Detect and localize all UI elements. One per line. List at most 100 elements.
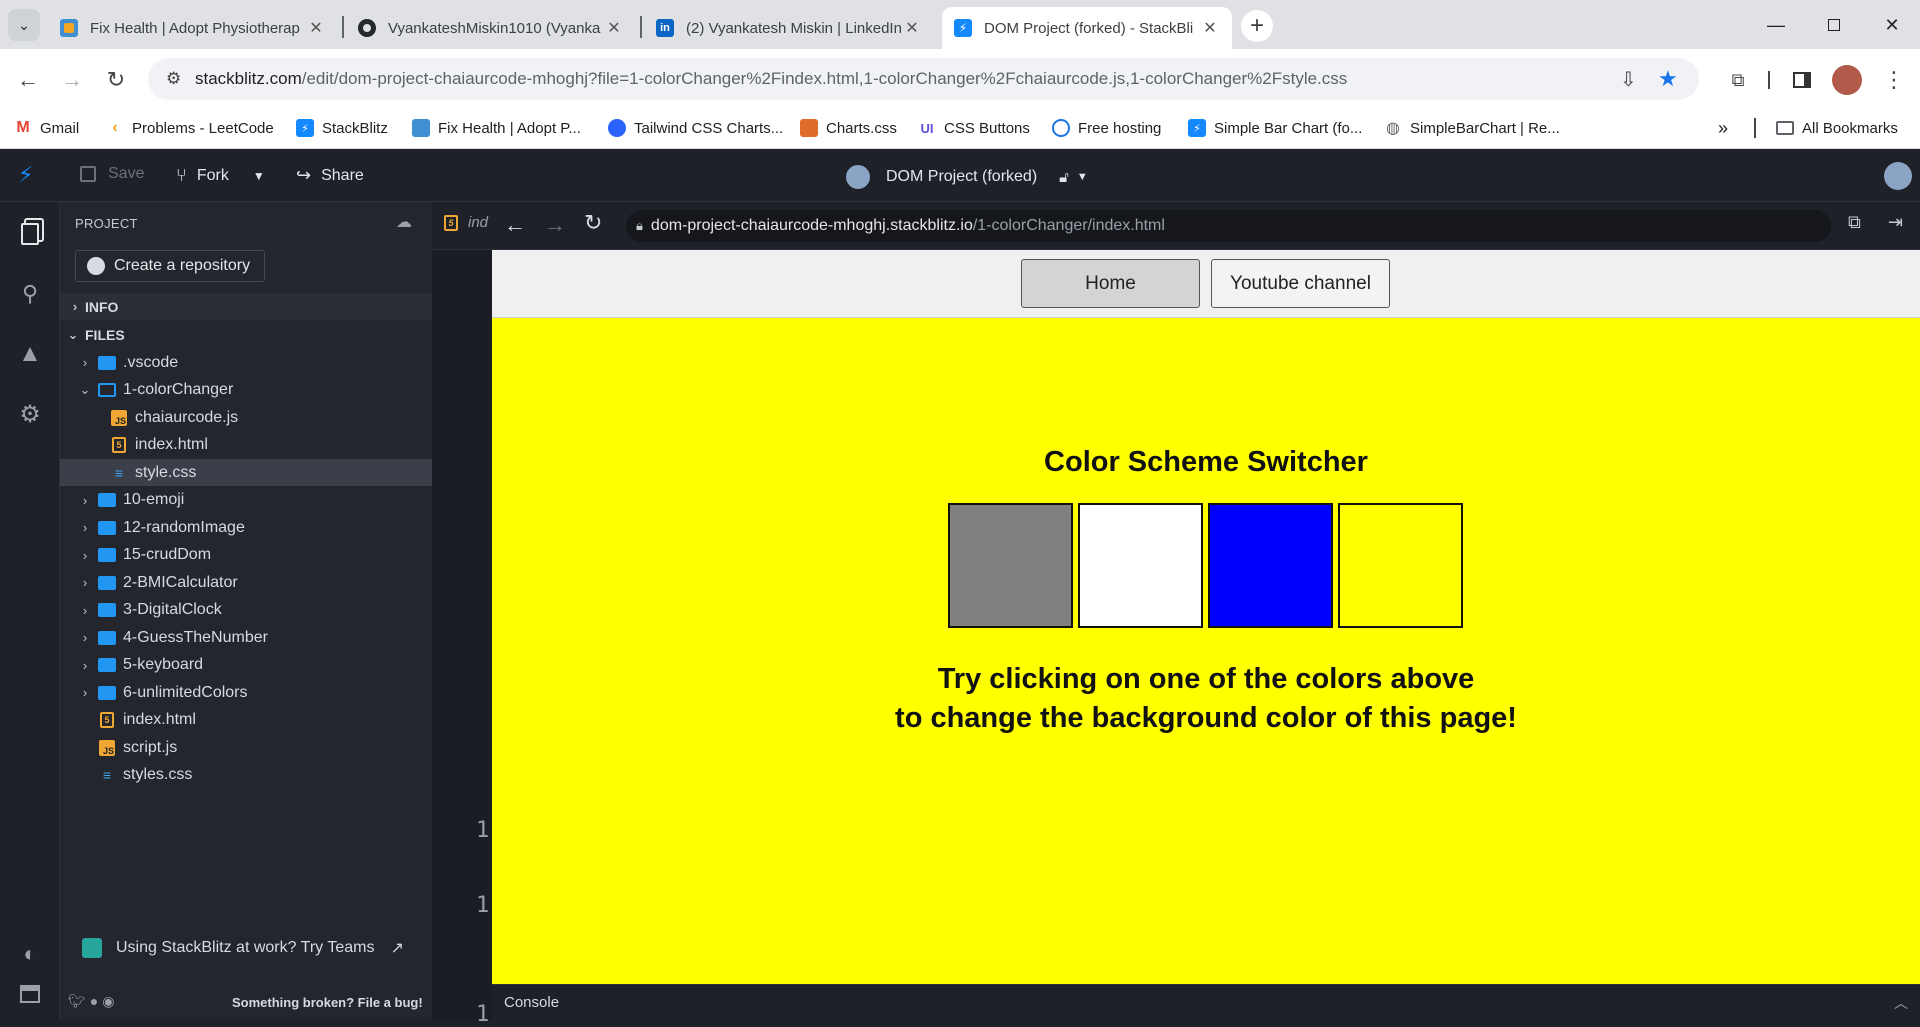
- file-item[interactable]: JS chaiaurcode.js: [60, 404, 432, 431]
- files-section-header[interactable]: ⌄ FILES: [60, 321, 432, 348]
- info-section-header[interactable]: › INFO: [60, 293, 432, 320]
- url-text[interactable]: stackblitz.com/edit/dom-project-chaiaurc…: [195, 69, 1347, 89]
- swatch-yellow[interactable]: [1338, 503, 1463, 628]
- github-icon: [87, 257, 105, 275]
- browser-tab[interactable]: Fix Health | Adopt Physiotherap ✕: [48, 7, 338, 49]
- open-new-window-icon[interactable]: ⧉: [1848, 212, 1861, 233]
- layout-icon[interactable]: [14, 978, 46, 1010]
- bookmark-item[interactable]: Fix Health | Adopt P...: [412, 116, 581, 140]
- tab-search-button[interactable]: ⌄: [8, 9, 40, 41]
- minimize-button[interactable]: —: [1756, 10, 1796, 40]
- share-button[interactable]: ↪ Share: [296, 165, 364, 186]
- twitter-icon[interactable]: 🐦︎: [68, 993, 90, 1009]
- side-panel-button[interactable]: [1786, 64, 1818, 96]
- bookmark-item[interactable]: M Gmail: [14, 116, 79, 140]
- preview-back-icon[interactable]: ←: [504, 212, 526, 238]
- forward-button[interactable]: →: [56, 64, 88, 96]
- bookmark-item[interactable]: UI CSS Buttons: [918, 116, 1030, 140]
- teams-promo-link[interactable]: Using StackBlitz at work? Try Teams ↗: [82, 938, 404, 958]
- youtube-channel-link[interactable]: Youtube channel: [1211, 259, 1390, 308]
- gear-icon[interactable]: ⚙: [14, 398, 46, 430]
- bookmark-item[interactable]: Free hosting: [1052, 116, 1161, 140]
- close-icon[interactable]: ✕: [604, 18, 624, 38]
- folder-item[interactable]: › 15-crudDom: [60, 542, 432, 569]
- preview-reload-icon[interactable]: ↻: [584, 210, 602, 236]
- user-avatar[interactable]: [1884, 162, 1912, 190]
- file-item[interactable]: 5 index.html: [60, 707, 432, 734]
- editor-tab[interactable]: 5 ind: [444, 214, 488, 231]
- folder-item[interactable]: ⌄ 1-colorChanger: [60, 377, 432, 404]
- file-bug-link[interactable]: Something broken? File a bug!: [232, 995, 423, 1010]
- unlock-icon[interactable]: 🔓︎: [1059, 169, 1069, 186]
- preview-forward-icon[interactable]: →: [544, 212, 566, 238]
- file-item[interactable]: 5 index.html: [60, 432, 432, 459]
- restore-button[interactable]: [1814, 10, 1854, 40]
- chevron-up-icon[interactable]: ︿: [1894, 993, 1908, 1013]
- stackblitz-logo-icon[interactable]: ⚡: [18, 162, 33, 188]
- browser-tab[interactable]: VyankateshMiskin1010 (Vyanka ✕: [346, 7, 636, 49]
- bookmark-item[interactable]: ⚡ Simple Bar Chart (fo...: [1188, 116, 1362, 140]
- file-item[interactable]: ≡ styles.css: [60, 762, 432, 789]
- swatch-grey[interactable]: [948, 503, 1073, 628]
- console-panel[interactable]: Console ︿: [492, 984, 1920, 1020]
- folder-item[interactable]: › 6-unlimitedColors: [60, 679, 432, 706]
- bookmark-item[interactable]: ‹ Problems - LeetCode: [106, 116, 273, 140]
- github-icon[interactable]: ●: [90, 993, 102, 1009]
- swatch-blue[interactable]: [1208, 503, 1333, 628]
- close-icon[interactable]: ✕: [1200, 18, 1220, 38]
- firebase-icon[interactable]: ▲: [14, 338, 46, 370]
- address-bar[interactable]: ⚙ stackblitz.com/edit/dom-project-chaiau…: [148, 58, 1699, 100]
- swatch-white[interactable]: [1078, 503, 1203, 628]
- project-title[interactable]: DOM Project (forked) 🔓︎ ▼: [846, 165, 1088, 189]
- back-button[interactable]: ←: [12, 64, 44, 96]
- install-app-icon[interactable]: ⇩: [1620, 67, 1637, 92]
- bookmark-label: Simple Bar Chart (fo...: [1214, 119, 1363, 137]
- file-item[interactable]: JS script.js: [60, 734, 432, 761]
- gmail-icon: M: [16, 119, 30, 136]
- folder-item[interactable]: › 5-keyboard: [60, 652, 432, 679]
- create-repository-button[interactable]: Create a repository: [75, 250, 265, 282]
- profile-avatar[interactable]: [1832, 65, 1862, 95]
- preview-nav: Home Youtube channel: [492, 250, 1920, 318]
- new-tab-button[interactable]: +: [1241, 10, 1273, 42]
- folder-item[interactable]: › 4-GuessTheNumber: [60, 624, 432, 651]
- folder-item[interactable]: › 2-BMICalculator: [60, 569, 432, 596]
- close-icon[interactable]: ✕: [306, 18, 326, 38]
- chevron-down-icon[interactable]: ▼: [253, 169, 265, 183]
- folder-item[interactable]: › 12-randomImage: [60, 514, 432, 541]
- chevron-down-icon[interactable]: ▼: [1077, 171, 1088, 183]
- preview-url-bar[interactable]: 🔒︎ dom-project-chaiaurcode-mhoghj.stackb…: [626, 210, 1831, 242]
- collapse-preview-icon[interactable]: ⇥: [1888, 212, 1903, 233]
- bookmark-item[interactable]: ⚡ StackBlitz: [296, 116, 388, 140]
- file-item[interactable]: ≡ style.css: [60, 459, 432, 486]
- bookmark-item[interactable]: ◍ SimpleBarChart | Re...: [1384, 116, 1560, 140]
- theme-toggle-icon[interactable]: ◐: [14, 938, 46, 970]
- discord-icon[interactable]: ◉: [102, 993, 118, 1009]
- save-button[interactable]: Save: [80, 165, 144, 183]
- search-icon[interactable]: ⚲: [14, 278, 46, 310]
- files-icon[interactable]: [14, 218, 46, 250]
- bookmark-item[interactable]: Tailwind CSS Charts...: [608, 116, 783, 140]
- folder-item[interactable]: › 10-emoji: [60, 487, 432, 514]
- css-file-icon: ≡: [114, 464, 124, 481]
- home-link[interactable]: Home: [1021, 259, 1200, 308]
- tree-item-label: 5-keyboard: [123, 656, 204, 673]
- close-icon[interactable]: ✕: [902, 18, 922, 38]
- browser-tab[interactable]: in (2) Vyankatesh Miskin | LinkedIn ✕: [644, 7, 934, 49]
- bookmark-item[interactable]: Charts.css: [800, 116, 897, 140]
- folder-item[interactable]: › 3-DigitalClock: [60, 597, 432, 624]
- bookmark-label: CSS Buttons: [944, 119, 1030, 137]
- more-bookmarks-button[interactable]: »: [1718, 116, 1728, 140]
- site-settings-icon[interactable]: ⚙: [166, 69, 181, 89]
- bookmark-star-icon[interactable]: ★: [1658, 66, 1678, 92]
- reload-button[interactable]: ↻: [100, 64, 132, 96]
- close-window-button[interactable]: ✕: [1872, 10, 1912, 40]
- all-bookmarks-button[interactable]: All Bookmarks: [1776, 116, 1898, 140]
- extensions-button[interactable]: ⧉: [1722, 64, 1754, 96]
- folder-item[interactable]: › .vscode: [60, 349, 432, 376]
- browser-menu-button[interactable]: ⋮: [1878, 64, 1910, 96]
- fork-button[interactable]: ⑂ Fork ▼: [176, 165, 265, 186]
- cloud-upload-icon[interactable]: ☁: [396, 212, 412, 232]
- browser-tab-active[interactable]: ⚡ DOM Project (forked) - StackBli ✕: [942, 7, 1232, 49]
- preview-url-host: dom-project-chaiaurcode-mhoghj.stackblit…: [650, 217, 973, 234]
